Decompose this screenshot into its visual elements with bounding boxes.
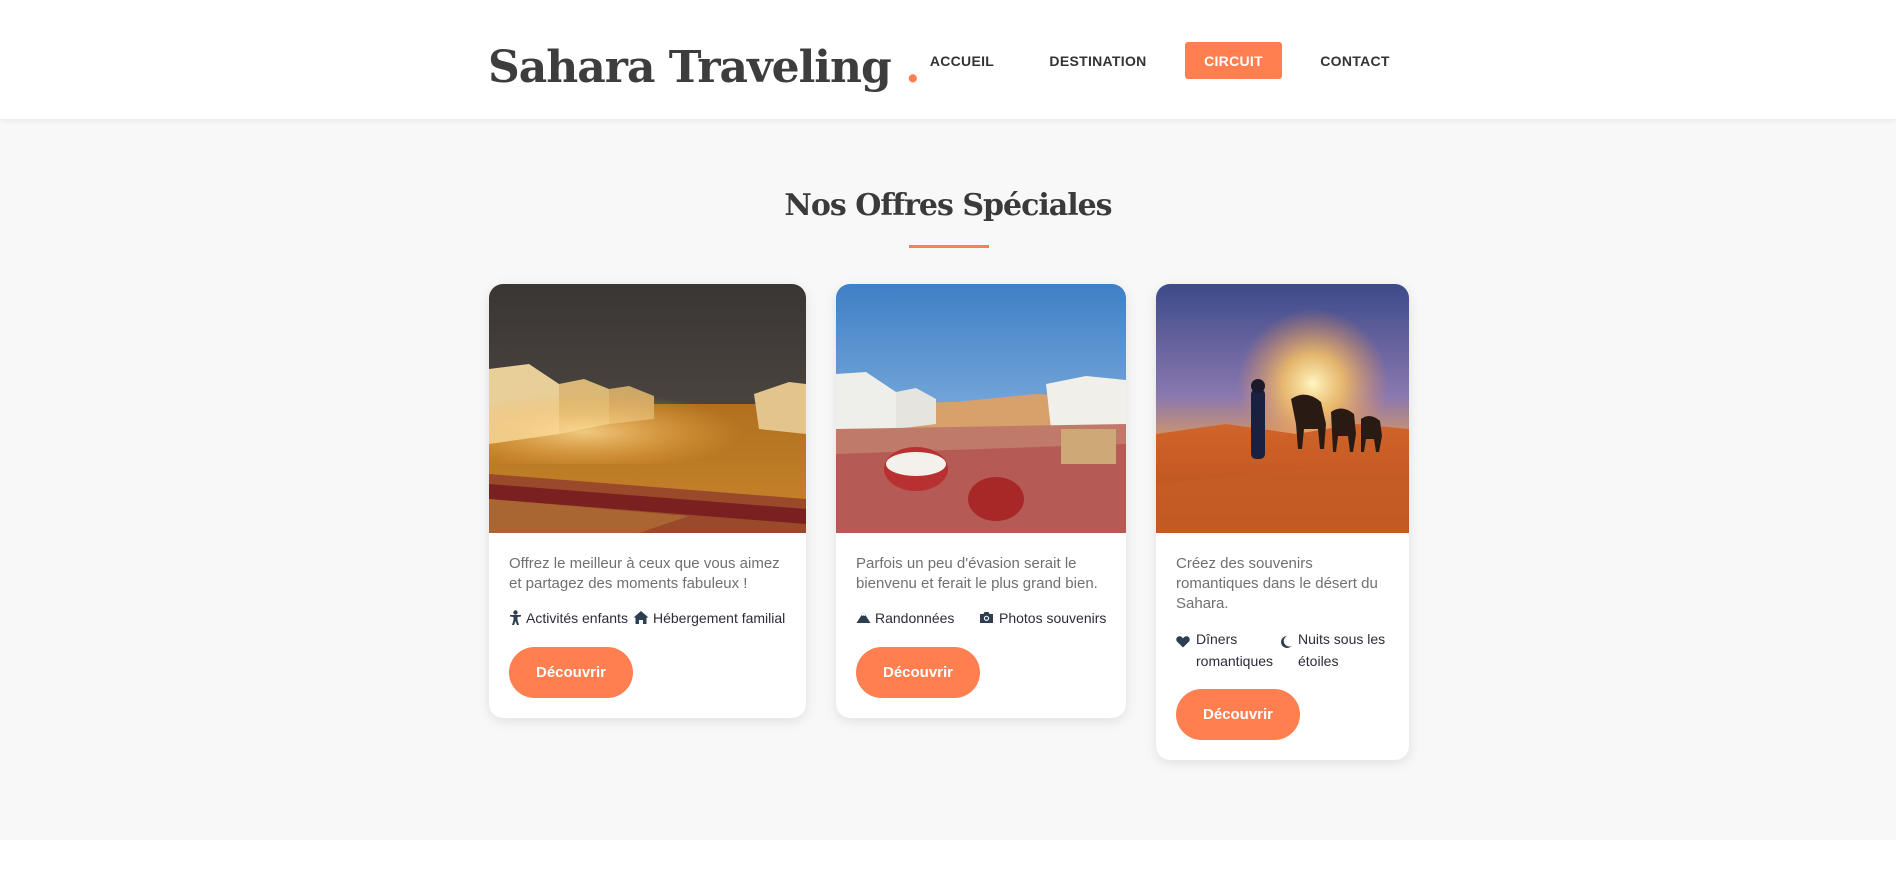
discover-button[interactable]: Découvrir: [1176, 689, 1300, 740]
camel-caravan-sunset-photo: [1156, 284, 1409, 533]
feature-label: Photos souvenirs: [999, 610, 1107, 626]
feature-star-nights: Nuits sous les étoiles: [1279, 628, 1403, 672]
feature-family-lodging: Hébergement familial: [633, 607, 785, 629]
site-header: Sahara Traveling . ACCUEIL DESTINATION C…: [0, 0, 1896, 119]
title-underline: [909, 245, 989, 248]
desert-camp-day-photo: [836, 284, 1126, 533]
logo-text: Sahara Traveling: [488, 42, 892, 93]
feature-label: Hébergement familial: [653, 610, 786, 626]
card-description: Créez des souvenirs romantiques dans le …: [1176, 555, 1378, 612]
heart-icon: [1176, 636, 1190, 648]
nav-destination[interactable]: DESTINATION: [1038, 42, 1158, 79]
mountain-icon: [856, 612, 871, 623]
nav-circuit[interactable]: CIRCUIT: [1185, 42, 1282, 79]
child-icon: [510, 610, 521, 625]
nav-accueil[interactable]: ACCUEIL: [912, 42, 1012, 79]
feature-label: Activités enfants: [526, 610, 628, 626]
feature-hiking: Randonnées: [856, 607, 954, 629]
card-description: Parfois un peu d'évasion serait le bienv…: [856, 555, 1098, 592]
nav-contact[interactable]: CONTACT: [1306, 42, 1404, 79]
discover-button[interactable]: Découvrir: [856, 647, 980, 698]
feature-romantic-dinners: Dîners romantiques: [1176, 628, 1281, 672]
feature-label: Randonnées: [875, 610, 955, 626]
section-title: Nos Offres Spéciales: [784, 188, 1112, 223]
offer-card-family: Offrez le meilleur à ceux que vous aimez…: [489, 284, 806, 718]
offer-card-romantic: Créez des souvenirs romantiques dans le …: [1156, 284, 1409, 760]
site-logo[interactable]: Sahara Traveling .: [488, 40, 920, 96]
offer-card-escape: Parfois un peu d'évasion serait le bienv…: [836, 284, 1126, 718]
home-icon: [633, 611, 649, 624]
feature-kids-activities: Activités enfants: [509, 607, 628, 629]
moon-icon: [1281, 636, 1292, 648]
card-description: Offrez le meilleur à ceux que vous aimez…: [509, 555, 780, 592]
feature-photos: Photos souvenirs: [979, 607, 1106, 629]
feature-label: Nuits sous les étoiles: [1298, 631, 1386, 669]
camera-icon: [980, 612, 993, 623]
discover-button[interactable]: Découvrir: [509, 647, 633, 698]
feature-label: Dîners romantiques: [1196, 631, 1274, 669]
desert-camp-night-photo: [489, 284, 806, 533]
